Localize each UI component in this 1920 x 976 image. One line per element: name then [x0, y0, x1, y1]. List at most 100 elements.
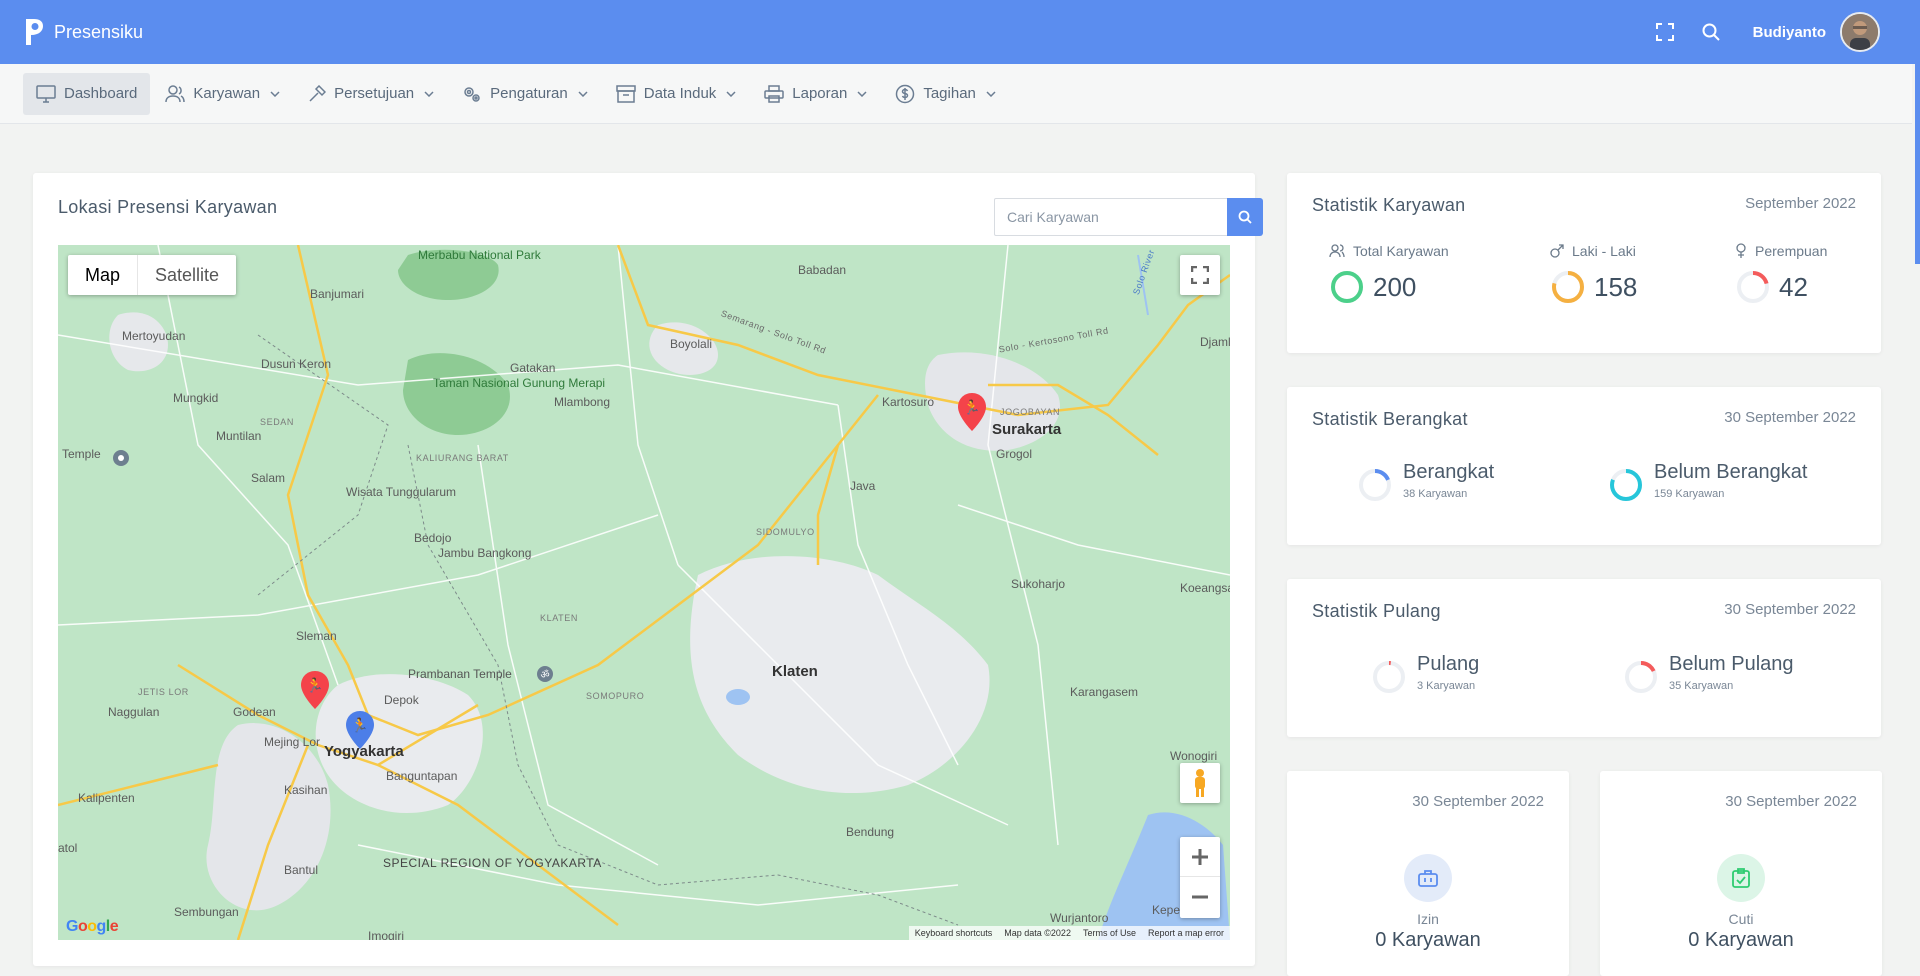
map-label-mertoyudan: Mertoyudan: [122, 329, 186, 343]
map-label-prambanan: Prambanan Temple: [408, 667, 512, 681]
nav-laporan[interactable]: Laporan: [751, 73, 880, 115]
map-label-sleman: Sleman: [296, 629, 337, 643]
map-label-imogiri: Imogiri: [368, 929, 405, 940]
map-label-karangasem: Karangasem: [1070, 685, 1139, 699]
chevron-down-icon: [857, 90, 867, 97]
map-label-wonogiri: Wonogiri: [1170, 749, 1218, 763]
metric-total-value: 200: [1373, 271, 1417, 302]
temple-poi-icon: ॐ: [537, 666, 553, 682]
map-zoom-control: [1180, 837, 1220, 918]
svg-text:🏃: 🏃: [963, 399, 980, 416]
employee-location-marker[interactable]: 🏃: [958, 393, 986, 431]
page-scrollbar[interactable]: [1912, 64, 1920, 976]
nav-karyawan[interactable]: Karyawan: [152, 73, 293, 115]
map-label-grogol: Grogol: [996, 447, 1033, 461]
nav-data-induk[interactable]: Data Induk: [603, 73, 750, 115]
printer-icon: [764, 84, 785, 103]
map-label-wisata: Wisata Tunggularum: [346, 485, 457, 499]
map-type-satellite-button[interactable]: Satellite: [138, 255, 236, 295]
belum-berangkat-item: Belum Berangkat 159 Karyawan: [1608, 461, 1807, 503]
search-employee-button[interactable]: [1227, 198, 1263, 236]
nav-persetujuan[interactable]: Persetujuan: [295, 73, 447, 115]
map-background: [58, 245, 1230, 940]
male-ring: [1552, 271, 1584, 303]
employee-location-marker[interactable]: 🏃: [346, 711, 374, 749]
map-label-somopuro: SOMOPURO: [586, 691, 645, 701]
zoom-in-button[interactable]: [1180, 837, 1220, 877]
cuti-label: Cuti: [1728, 911, 1754, 927]
belum-pulang-title: Belum Pulang: [1669, 653, 1794, 675]
izin-label: Izin: [1417, 911, 1439, 927]
map-label-kalipenten: Kalipenten: [78, 791, 135, 805]
stat-berangkat-date: 30 September 2022: [1724, 409, 1856, 426]
izin-card: 30 September 2022 Izin 0 Karyawan: [1287, 771, 1569, 976]
pulang-ring: [1373, 661, 1405, 693]
fullscreen-icon: [1191, 266, 1209, 284]
search-employee-input[interactable]: [994, 198, 1230, 236]
ring-progress: [1331, 271, 1363, 303]
nav-karyawan-label: Karyawan: [193, 85, 261, 102]
metric-female: Perempuan 42: [1735, 243, 1827, 305]
keyboard-shortcuts-link[interactable]: Keyboard shortcuts: [909, 928, 999, 938]
nav-dashboard[interactable]: Dashboard: [23, 72, 151, 115]
map-label-surakarta: Surakarta: [992, 421, 1062, 438]
male-icon: [1550, 244, 1564, 258]
nav-pengaturan[interactable]: Pengaturan: [449, 73, 601, 115]
nav-tagihan[interactable]: Tagihan: [882, 73, 1009, 115]
zoom-out-button[interactable]: [1180, 877, 1220, 917]
nav-pengaturan-label: Pengaturan: [490, 85, 568, 102]
street-view-pegman[interactable]: [1180, 763, 1220, 803]
nav-laporan-label: Laporan: [792, 85, 848, 102]
map-label-sidomulyo: SIDOMULYO: [756, 527, 815, 537]
map-label-kepe: Kepe: [1152, 903, 1181, 917]
chevron-down-icon: [578, 90, 588, 97]
map-card-title: Lokasi Presensi Karyawan: [58, 197, 278, 217]
user-name[interactable]: Budiyanto: [1753, 24, 1826, 41]
dollar-icon: [896, 84, 915, 103]
search-icon[interactable]: [1699, 20, 1723, 44]
map-label-bedojo: Bedojo: [414, 531, 452, 545]
izin-icon-circle: [1404, 854, 1452, 902]
map-label-wurjantoro: Wurjantoro: [1050, 911, 1109, 925]
clipboard-check-icon: [1732, 868, 1750, 888]
monitor-icon: [36, 84, 56, 103]
terms-link[interactable]: Terms of Use: [1077, 928, 1142, 938]
employee-location-marker[interactable]: 🏃: [301, 671, 329, 709]
fullscreen-icon[interactable]: [1653, 20, 1677, 44]
map-label-sukoharjo: Sukoharjo: [1011, 577, 1066, 591]
main-nav: Dashboard Karyawan Persetujuan Pengatura…: [0, 64, 1912, 124]
map-label-mlambong: Mlambong: [554, 395, 611, 409]
map-label-java: Java: [850, 479, 876, 493]
cuti-card: 30 September 2022 Cuti 0 Karyawan: [1600, 771, 1882, 976]
map-label-diy: SPECIAL REGION OF YOGYAKARTA: [383, 856, 602, 870]
gears-icon: [464, 86, 480, 102]
google-logo[interactable]: Google: [66, 918, 119, 936]
map-label-sembungan: Sembungan: [174, 905, 239, 919]
stat-pulang-card: Statistik Pulang 30 September 2022 Pulan…: [1287, 579, 1881, 737]
stat-pulang-title: Statistik Pulang: [1312, 601, 1441, 621]
avatar[interactable]: [1840, 12, 1880, 52]
stat-berangkat-title: Statistik Berangkat: [1312, 409, 1468, 429]
map-label-koeangsa: Koeangsa: [1180, 581, 1230, 595]
female-ring: [1737, 271, 1769, 303]
map-type-map-button[interactable]: Map: [68, 255, 139, 295]
map[interactable]: Merbabu National Park Babadan Banjumari …: [58, 245, 1230, 940]
chevron-down-icon: [986, 90, 996, 97]
metric-male-value: 158: [1594, 271, 1638, 302]
nav-data-induk-label: Data Induk: [643, 85, 717, 102]
search-icon: [1238, 210, 1252, 224]
nav-dashboard-label: Dashboard: [64, 85, 138, 102]
belum-pulang-note: 35 Karyawan: [1669, 680, 1734, 692]
svg-text:🏃: 🏃: [351, 717, 368, 734]
map-label-jogobayan: JOGOBAYAN: [1000, 407, 1061, 417]
scrollbar-thumb[interactable]: [1915, 64, 1920, 264]
temple-poi-icon: [113, 450, 129, 466]
map-label-muntilan: Muntilan: [216, 429, 262, 443]
map-label-klaten: Klaten: [772, 663, 818, 680]
belum-berangkat-ring: [1610, 469, 1642, 501]
report-error-link[interactable]: Report a map error: [1142, 928, 1230, 938]
brand-logo-icon: [26, 19, 43, 45]
brand[interactable]: Presensiku: [22, 17, 143, 47]
berangkat-item: Berangkat 38 Karyawan: [1357, 461, 1494, 503]
map-fullscreen-button[interactable]: [1180, 255, 1220, 295]
